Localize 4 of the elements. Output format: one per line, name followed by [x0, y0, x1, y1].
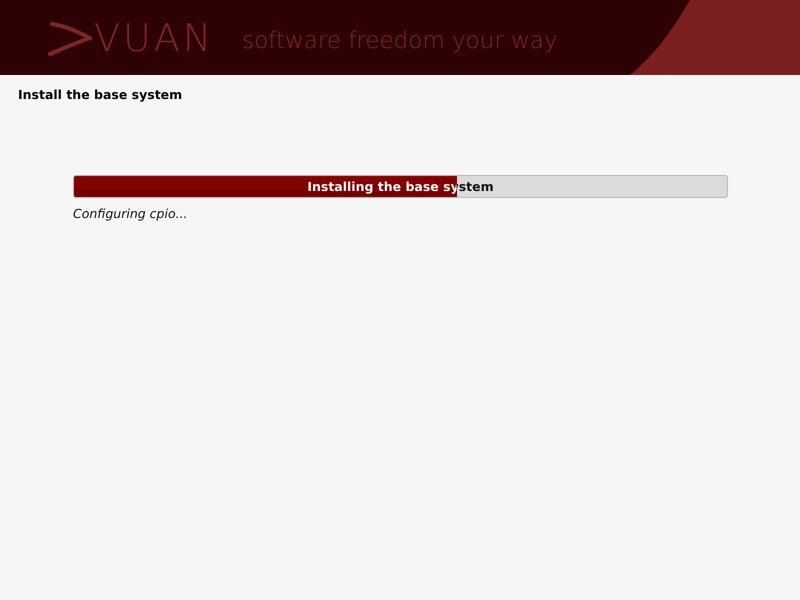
- tagline: software freedom your way: [242, 28, 558, 54]
- logo: VUAN: [94, 18, 214, 56]
- page-title: Install the base system: [18, 87, 182, 102]
- status-text: Configuring cpio...: [73, 206, 188, 221]
